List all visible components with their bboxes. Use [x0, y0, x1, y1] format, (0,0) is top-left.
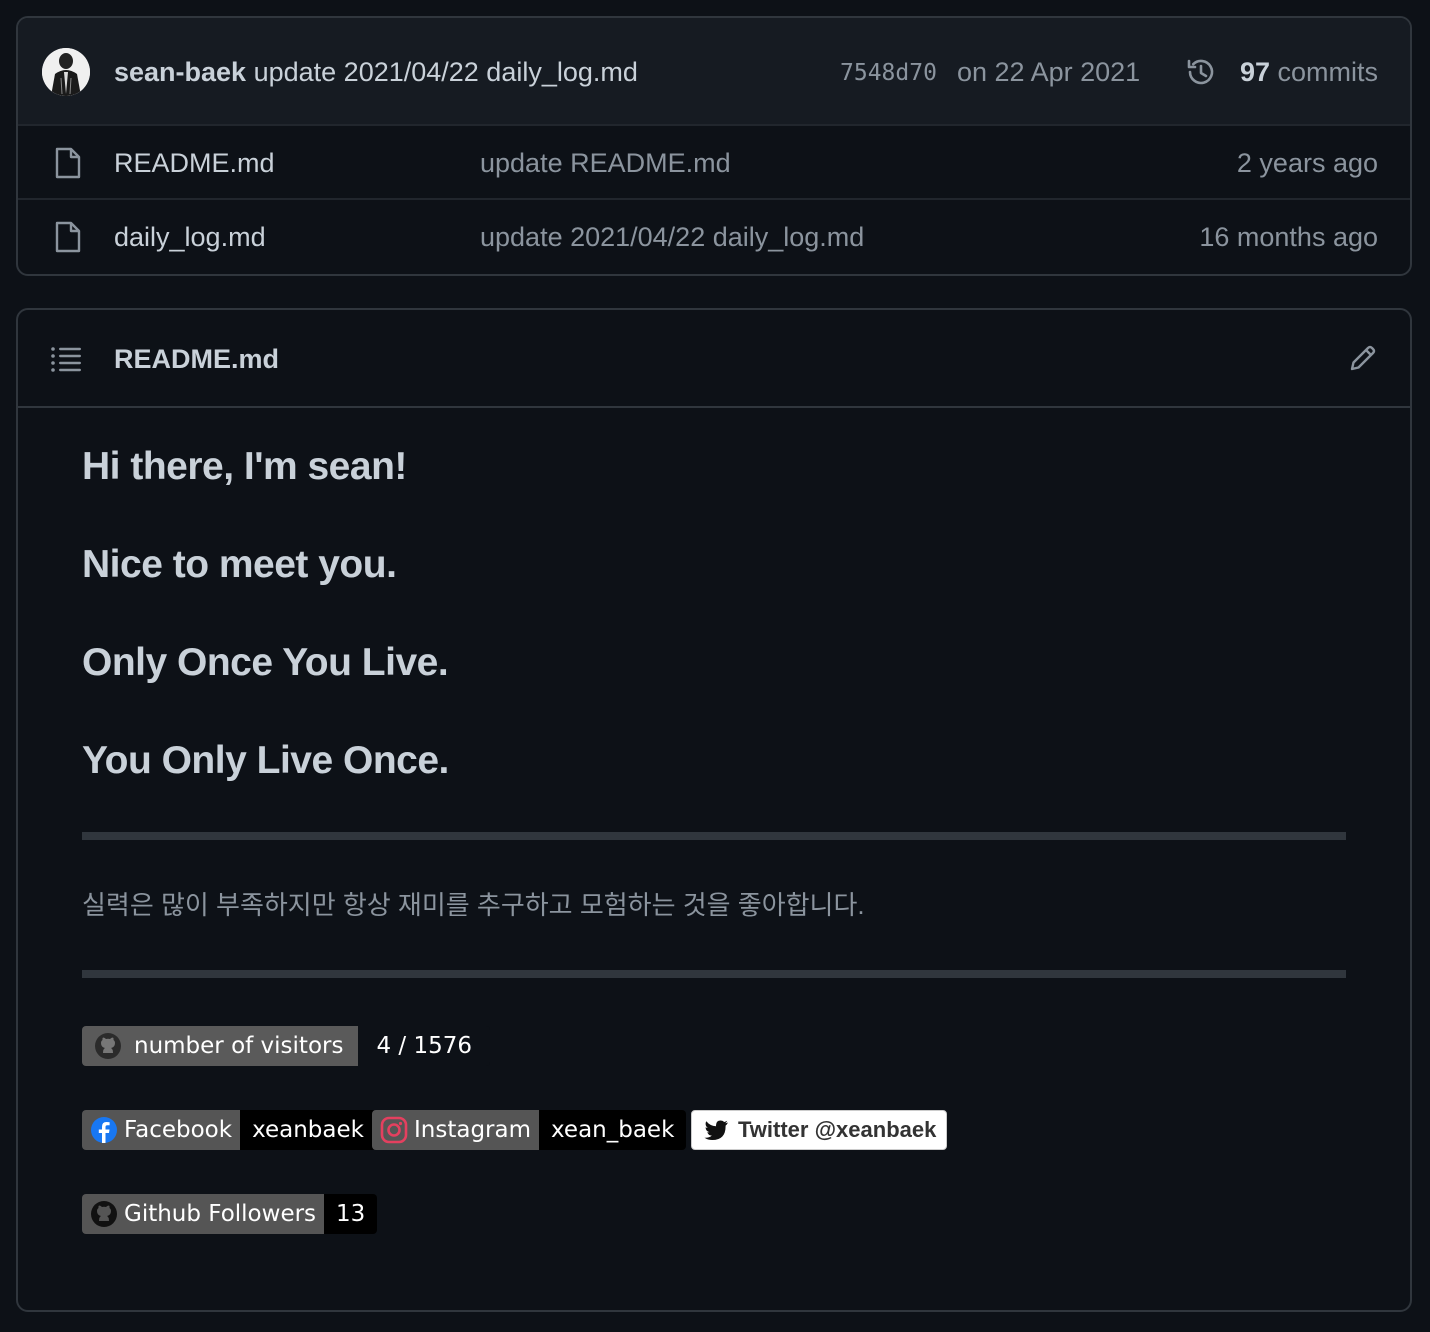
file-icon	[55, 147, 81, 179]
visitors-label: number of visitors	[134, 1033, 344, 1059]
readme-intro-text: 실력은 많이 부족하지만 항상 재미를 추구하고 모험하는 것을 좋아합니다.	[82, 890, 865, 920]
readme-heading: Only Once You Live.	[82, 641, 449, 684]
github-followers-count: 13	[336, 1201, 366, 1227]
github-followers-label: Github Followers	[124, 1201, 317, 1227]
file-commit-message[interactable]: update 2021/04/22 daily_log.md	[480, 221, 864, 253]
commit-date[interactable]: on 22 Apr 2021	[957, 56, 1140, 88]
github-icon	[95, 1033, 121, 1059]
facebook-label: Facebook	[124, 1117, 233, 1143]
readme-heading: Nice to meet you.	[82, 543, 397, 586]
file-name[interactable]: README.md	[114, 147, 275, 179]
file-name[interactable]: daily_log.md	[114, 221, 266, 253]
horizontal-rule	[82, 832, 1346, 840]
file-icon	[55, 221, 81, 253]
file-browser: sean-baek update 2021/04/22 daily_log.md…	[16, 16, 1412, 276]
file-row[interactable]: daily_log.md update 2021/04/22 daily_log…	[18, 200, 1410, 274]
readme-panel: README.md Hi there, I'm sean! Nice to me…	[16, 308, 1412, 1312]
instagram-icon	[380, 1116, 408, 1144]
file-row[interactable]: README.md update README.md 2 years ago	[18, 126, 1410, 200]
table-of-contents-icon[interactable]	[50, 345, 82, 373]
file-age: 16 months ago	[1199, 222, 1378, 252]
commit-message-text[interactable]: update 2021/04/22 daily_log.md	[254, 57, 638, 87]
instagram-label: Instagram	[414, 1117, 532, 1143]
edit-pencil-icon[interactable]	[1348, 343, 1378, 373]
file-commit-message[interactable]: update README.md	[480, 147, 731, 179]
twitter-bird-icon	[704, 1120, 728, 1140]
facebook-handle: xeanbaek	[252, 1117, 364, 1143]
commit-message[interactable]: sean-baek update 2021/04/22 daily_log.md	[114, 56, 638, 88]
commit-count-label: commits	[1277, 57, 1379, 87]
visitors-count: 4 / 1576	[376, 1033, 473, 1059]
author-avatar[interactable]	[42, 48, 90, 96]
commit-sha[interactable]: 7548d70	[840, 58, 937, 88]
history-icon[interactable]	[1184, 55, 1218, 89]
readme-heading: Hi there, I'm sean!	[82, 445, 407, 488]
visitors-badge[interactable]: number of visitors 4 / 1576	[82, 1026, 491, 1066]
twitter-label: Twitter @xeanbaek	[738, 1117, 937, 1142]
facebook-icon	[91, 1117, 117, 1143]
commit-count-link[interactable]: 97 commits	[1240, 56, 1378, 88]
file-age: 2 years ago	[1236, 148, 1378, 178]
commit-count: 97	[1239, 57, 1270, 87]
facebook-badge[interactable]: Facebook xeanbaek	[82, 1110, 376, 1150]
latest-commit-bar: sean-baek update 2021/04/22 daily_log.md…	[18, 18, 1410, 126]
readme-header: README.md	[18, 310, 1410, 408]
github-icon	[91, 1201, 117, 1227]
commit-author[interactable]: sean-baek	[114, 57, 246, 87]
github-followers-badge[interactable]: Github Followers 13	[82, 1194, 378, 1234]
instagram-badge[interactable]: Instagram xean_baek	[372, 1110, 687, 1150]
horizontal-rule	[82, 970, 1346, 978]
twitter-badge[interactable]: Twitter @xeanbaek	[691, 1110, 948, 1150]
readme-heading: You Only Live Once.	[82, 739, 449, 782]
readme-title[interactable]: README.md	[114, 343, 279, 375]
instagram-handle: xean_baek	[551, 1117, 675, 1143]
